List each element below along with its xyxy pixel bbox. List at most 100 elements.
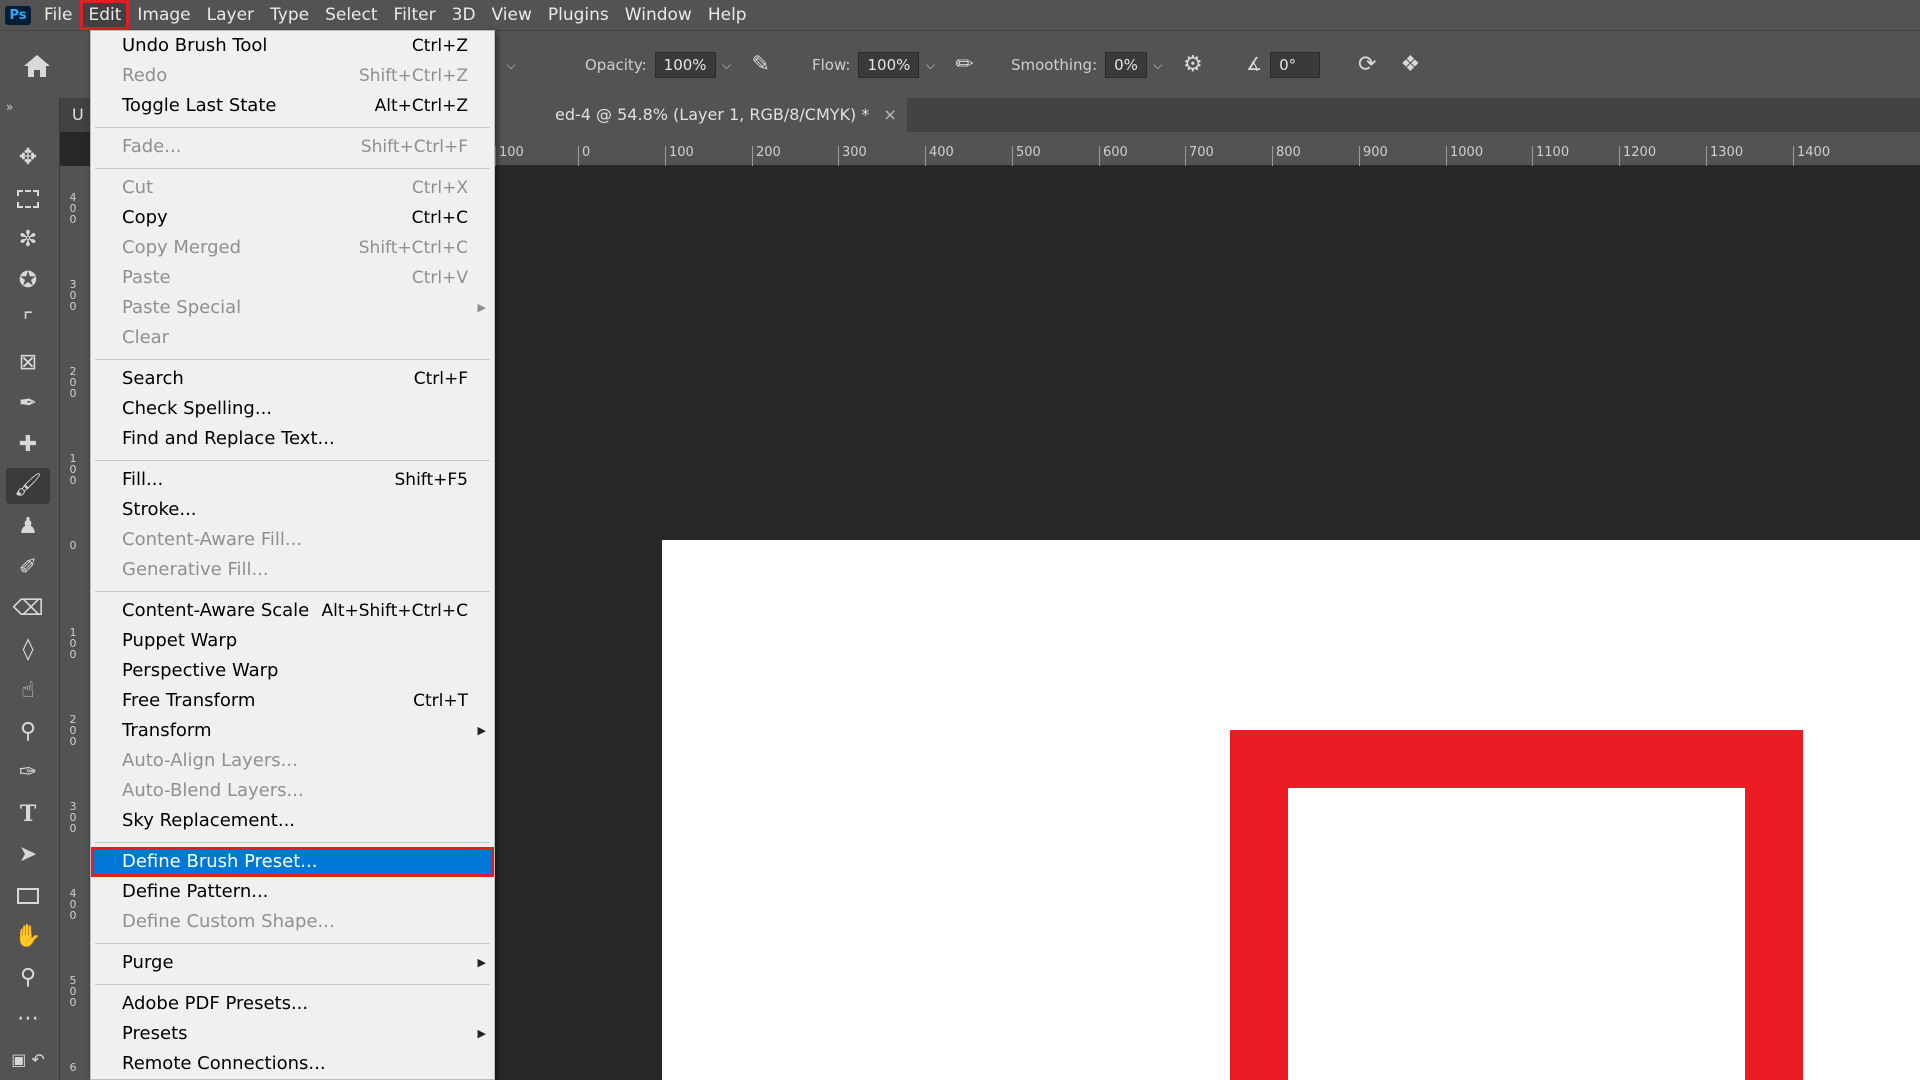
menu-item-label: Auto-Blend Layers... [122,780,304,801]
menu-select[interactable]: Select [317,0,385,30]
menu-item-label: Transform [122,720,212,741]
airbrush-icon[interactable]: ✏ [955,54,973,76]
ruler-tick-label: 0 [69,539,77,552]
zoom-icon[interactable]: ⚲ [6,960,50,996]
menu-plugins[interactable]: Plugins [540,0,617,30]
menu-separator [95,943,490,944]
paint-bucket-icon[interactable]: ◊ [6,632,50,668]
lasso-icon[interactable]: ✼ [6,222,50,258]
rectangle-icon[interactable] [6,878,50,914]
flow-field[interactable]: 100% [858,52,920,78]
menu-item-remote-connections[interactable]: Remote Connections... [91,1049,494,1079]
history-brush-icon[interactable]: ✐ [6,550,50,586]
pressure-opacity-icon[interactable]: ✎ [752,54,770,76]
close-tab-icon[interactable]: × [883,105,896,124]
menu-window[interactable]: Window [617,0,700,30]
healing-icon[interactable]: ✚ [6,427,50,463]
marquee-icon[interactable] [6,181,50,217]
menu-item-transform[interactable]: Transform ▶ [91,716,494,746]
menu-item-define-custom-shape: Define Custom Shape... [91,907,494,937]
eraser-icon[interactable]: ⌫ [6,591,50,627]
angle-field[interactable]: 0° [1270,52,1321,78]
menu-item-purge[interactable]: Purge ▶ [91,948,494,978]
smudge-icon[interactable]: ☝ [6,673,50,709]
more-icon[interactable]: ⋯ [6,1001,50,1037]
menu-item-define-pattern[interactable]: Define Pattern... [91,877,494,907]
menu-item-label: Remote Connections... [122,1053,326,1074]
ruler-tick-label: 500 [69,974,77,1009]
menu-item-label: Cut [122,177,154,198]
ruler-tick-label: 0 [578,146,590,166]
stamp-icon[interactable]: ♟ [6,509,50,545]
path-select-icon[interactable]: ➤ [6,837,50,873]
menu-item-search[interactable]: Search Ctrl+F [91,364,494,394]
crop-icon[interactable]: ⌜ [6,304,50,340]
menu-item-find-and-replace-text[interactable]: Find and Replace Text... [91,424,494,454]
menu-item-label: Search [122,368,184,389]
menu-item-free-transform[interactable]: Free Transform Ctrl+T [91,686,494,716]
opacity-dropdown[interactable]: ⌵ [716,52,738,78]
menu-item-label: Content-Aware Fill... [122,529,303,550]
pressure-size-icon[interactable]: ⟳ [1358,54,1376,76]
gear-icon[interactable]: ⚙ [1183,54,1203,76]
color-swatches-icon[interactable]: ▣ ↶ [6,1042,50,1078]
menu-item-shortcut: Ctrl+X [411,178,468,198]
frame-icon[interactable]: ⊠ [6,345,50,381]
menu-item-perspective-warp[interactable]: Perspective Warp [91,656,494,686]
ruler-tick-label: 100 [665,146,694,166]
menu-item-content-aware-scale[interactable]: Content-Aware Scale Alt+Shift+Ctrl+C [91,596,494,626]
menu-file[interactable]: File [36,0,80,30]
smoothing-label: Smoothing: [1011,56,1098,74]
menu-item-define-brush-preset[interactable]: Define Brush Preset... [91,847,494,877]
symmetry-icon[interactable]: ❖ [1400,54,1420,76]
menu-item-adobe-pdf-presets[interactable]: Adobe PDF Presets... [91,989,494,1019]
home-icon[interactable] [22,53,52,79]
menu-separator [95,984,490,985]
menu-3d[interactable]: 3D [444,0,484,30]
menu-item-label: Copy [122,207,168,228]
document-tab[interactable]: ed-4 @ 54.8% (Layer 1, RGB/8/CMYK) * × [480,98,907,132]
menu-item-stroke[interactable]: Stroke... [91,495,494,525]
brush-mode-dropdown[interactable]: ⌵ [500,49,522,81]
menu-item-label: Copy Merged [122,237,241,258]
pen-icon[interactable]: ✑ [6,755,50,791]
menu-item-check-spelling[interactable]: Check Spelling... [91,394,494,424]
expand-panel-icon[interactable]: » [6,100,13,114]
menu-edit[interactable]: Edit [80,0,130,30]
menu-item-cut: Cut Ctrl+X [91,173,494,203]
move-icon[interactable]: ✥ [6,140,50,176]
menu-item-toggle-last-state[interactable]: Toggle Last State Alt+Ctrl+Z [91,91,494,121]
opacity-field[interactable]: 100% [654,52,716,78]
brush-icon[interactable]: 🖌 [6,468,50,504]
quick-select-icon[interactable]: ✪ [6,263,50,299]
menu-layer[interactable]: Layer [199,0,262,30]
hand-icon[interactable]: ✋ [6,919,50,955]
menu-item-copy[interactable]: Copy Ctrl+C [91,203,494,233]
ruler-tick-label: 200 [69,365,77,400]
menu-item-undo-brush-tool[interactable]: Undo Brush Tool Ctrl+Z [91,31,494,61]
menu-image[interactable]: Image [129,0,198,30]
menu-filter[interactable]: Filter [386,0,444,30]
type-icon[interactable]: T [6,796,50,832]
menu-help[interactable]: Help [700,0,755,30]
smoothing-field[interactable]: 0% [1105,52,1147,78]
menu-item-presets[interactable]: Presets ▶ [91,1019,494,1049]
previous-tab-fragment[interactable]: U [72,98,84,132]
dodge-icon[interactable]: ⚲ [6,714,50,750]
smoothing-dropdown[interactable]: ⌵ [1147,52,1169,78]
ruler-tick-label: 300 [838,146,867,166]
menu-item-shortcut: Ctrl+T [413,691,468,711]
menu-item-shortcut: Shift+Ctrl+Z [358,66,468,86]
ruler-tick-label: 100 [495,146,524,166]
menu-item-puppet-warp[interactable]: Puppet Warp [91,626,494,656]
submenu-arrow-icon: ▶ [477,301,486,314]
menu-view[interactable]: View [484,0,540,30]
menu-item-fill[interactable]: Fill... Shift+F5 [91,465,494,495]
flow-label: Flow: [812,56,851,74]
flow-dropdown[interactable]: ⌵ [919,52,941,78]
eyedropper-icon[interactable]: ✒ [6,386,50,422]
menu-type[interactable]: Type [262,0,317,30]
menu-item-label: Presets [122,1023,188,1044]
menu-item-sky-replacement[interactable]: Sky Replacement... [91,806,494,836]
menu-item-generative-fill: Generative Fill... [91,555,494,585]
